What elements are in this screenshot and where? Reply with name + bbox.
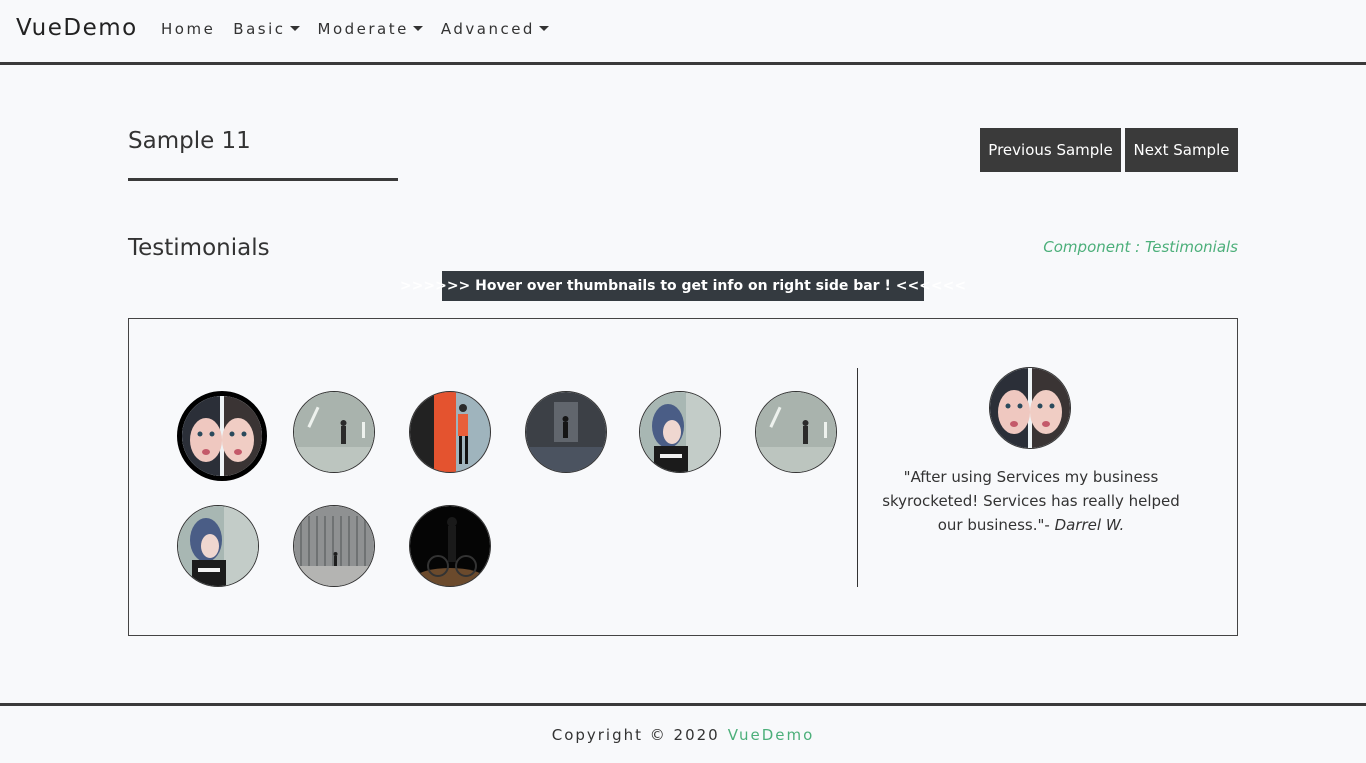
brand-logo[interactable]: VueDemo xyxy=(16,15,138,41)
page-title: Sample 11 xyxy=(128,128,251,154)
thumbnail-6[interactable] xyxy=(755,391,837,473)
nav-item-home[interactable]: Home xyxy=(161,20,215,38)
nav-item-moderate[interactable]: Moderate xyxy=(318,20,423,38)
thumbnail-4[interactable] xyxy=(525,391,607,473)
nav-item-label: Home xyxy=(161,20,216,38)
woman-blue-hair-image xyxy=(178,506,258,586)
woman-split-face-image xyxy=(182,396,262,476)
footer-copyright: Copyright © 2020 xyxy=(551,725,720,744)
nav-item-label: Basic xyxy=(233,20,286,38)
thumbnail-8[interactable] xyxy=(293,505,375,587)
panel-divider xyxy=(857,368,858,587)
thumbnail-1[interactable] xyxy=(177,391,267,481)
nav-item-advanced[interactable]: Advanced xyxy=(441,20,549,38)
woman-split-face-image xyxy=(990,368,1070,448)
title-underline xyxy=(128,178,398,181)
nav-item-basic[interactable]: Basic xyxy=(233,20,300,38)
person-walking-wall-image xyxy=(294,392,374,472)
previous-sample-button[interactable]: Previous Sample xyxy=(980,128,1121,172)
quote-author: Darrel W. xyxy=(1054,516,1125,534)
thumbnail-9[interactable] xyxy=(409,505,491,587)
footer: Copyright © 2020 VueDemo xyxy=(0,703,1366,763)
testimonial-quote: "After using Services my business skyroc… xyxy=(869,465,1193,537)
caret-down-icon xyxy=(289,25,300,31)
dark-corridor-image xyxy=(526,392,606,472)
nav-menu: Home Basic Moderate Advanced xyxy=(161,20,567,38)
next-sample-button[interactable]: Next Sample xyxy=(1125,128,1238,172)
hover-hint-banner: >>>>>> Hover over thumbnails to get info… xyxy=(400,271,966,301)
section-title: Testimonials xyxy=(128,235,270,261)
thumbnail-7[interactable] xyxy=(177,505,259,587)
caret-down-icon xyxy=(538,25,549,31)
person-walking-wall-image xyxy=(756,392,836,472)
nav-item-label: Moderate xyxy=(317,20,409,38)
person-bicycle-dark-image xyxy=(410,506,490,586)
caret-down-icon xyxy=(412,25,423,31)
woman-blue-hair-image xyxy=(640,392,720,472)
nav-item-label: Advanced xyxy=(440,20,535,38)
thumbnail-5[interactable] xyxy=(639,391,721,473)
testimonial-avatar xyxy=(989,367,1071,449)
navbar: VueDemo Home Basic Moderate Advanced xyxy=(0,0,1366,65)
person-orange-door-image xyxy=(410,392,490,472)
footer-brand-link[interactable]: VueDemo xyxy=(728,726,815,744)
thumbnail-2[interactable] xyxy=(293,391,375,473)
thumbnail-3[interactable] xyxy=(409,391,491,473)
quote-text: "After using Services my business skyroc… xyxy=(882,468,1180,534)
quote-separator: - xyxy=(1044,516,1055,534)
testimonials-panel: "After using Services my business skyroc… xyxy=(128,318,1238,636)
component-label: Component : Testimonials xyxy=(1043,238,1238,256)
person-walking-fence-image xyxy=(294,506,374,586)
